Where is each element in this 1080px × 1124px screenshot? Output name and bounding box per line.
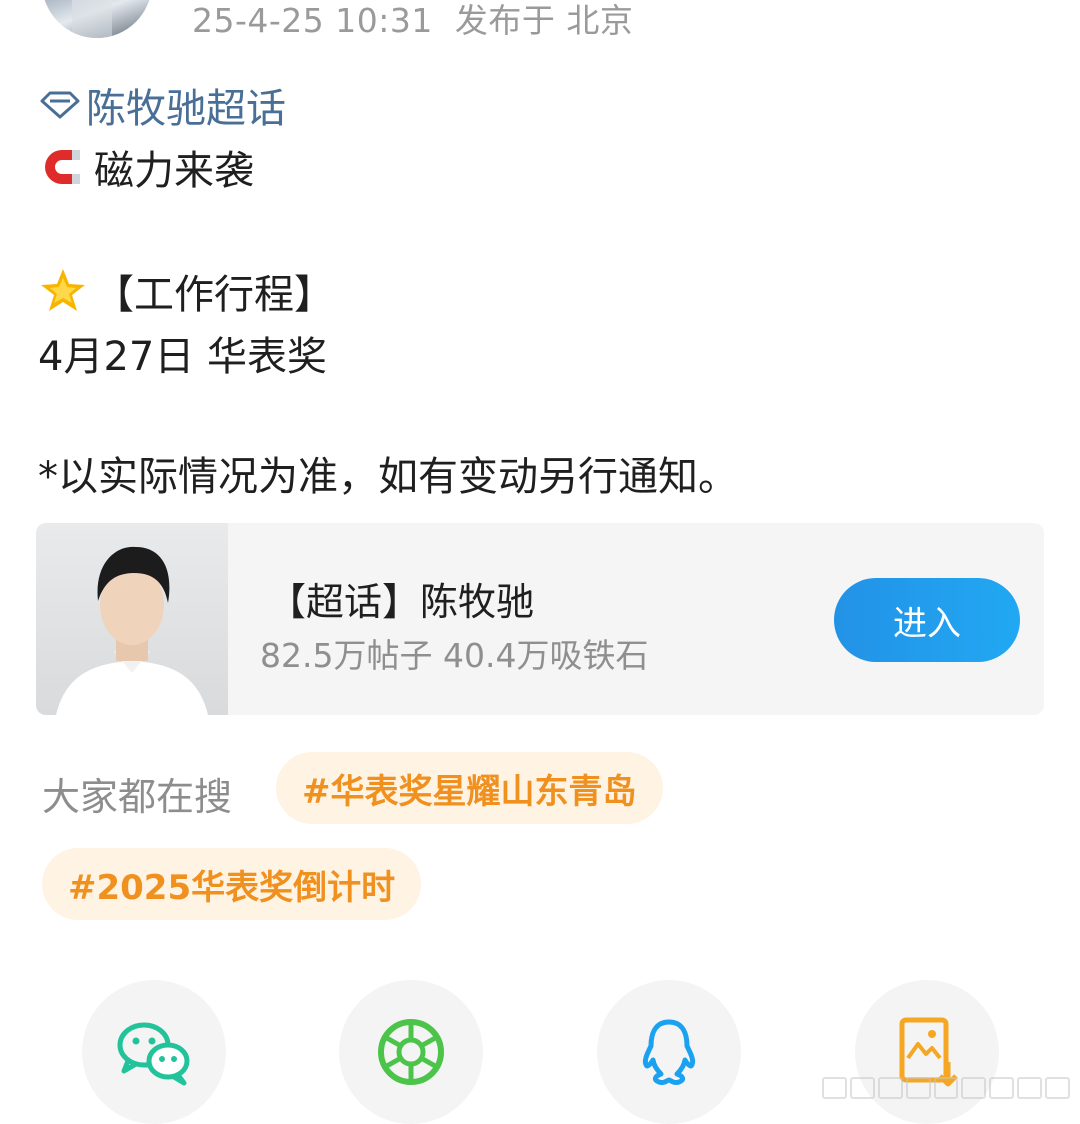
share-moments-button[interactable] bbox=[339, 980, 483, 1124]
post-line-2: 【工作行程】 bbox=[38, 262, 334, 320]
magnet-icon bbox=[45, 150, 80, 184]
post-line-3: 4月27日 华表奖 bbox=[38, 324, 327, 382]
wechat-icon bbox=[117, 1022, 190, 1086]
enter-button[interactable]: 进入 bbox=[834, 578, 1020, 662]
supertopic-link-label: 陈牧驰超话 bbox=[86, 86, 286, 132]
qq-icon bbox=[642, 1019, 696, 1086]
post-text-1: 磁力来袭 bbox=[94, 148, 254, 194]
post-location: 发布于 北京 bbox=[454, 1, 634, 40]
supertopic-photo bbox=[36, 523, 228, 715]
portrait-image bbox=[56, 546, 208, 715]
watermark bbox=[822, 1074, 1071, 1102]
share-qq-button[interactable] bbox=[597, 980, 741, 1124]
supertopic-title: 【超话】陈牧驰 bbox=[268, 580, 535, 624]
trending-tag[interactable]: #2025华表奖倒计时 bbox=[42, 848, 422, 920]
post-text-3: 4月27日 华表奖 bbox=[38, 334, 328, 380]
supertopic-link[interactable]: 陈牧驰超话 bbox=[38, 76, 286, 134]
post-meta: 25-4-25 10:31 发布于 北京 bbox=[192, 0, 633, 42]
post-text-2: 【工作行程】 bbox=[94, 272, 334, 318]
trending-label: 大家都在搜 bbox=[42, 775, 233, 819]
moments-icon bbox=[378, 1019, 444, 1085]
supertopic-card[interactable]: 【超话】陈牧驰 82.5万帖子 40.4万吸铁石 进入 bbox=[36, 523, 1044, 715]
share-save-image-button[interactable] bbox=[855, 980, 999, 1124]
post-line-1: 磁力来袭 bbox=[38, 138, 254, 196]
star-icon bbox=[41, 269, 85, 311]
diamond-icon bbox=[40, 91, 80, 119]
supertopic-stats: 82.5万帖子 40.4万吸铁石 bbox=[260, 636, 649, 675]
share-wechat-button[interactable] bbox=[82, 980, 226, 1124]
post-text-4: *以实际情况为准，如有变动另行通知。 bbox=[38, 454, 738, 500]
trending-tag[interactable]: #华表奖星耀山东青岛 bbox=[276, 752, 663, 824]
post-line-4: *以实际情况为准，如有变动另行通知。 bbox=[38, 444, 738, 502]
author-avatar[interactable] bbox=[42, 0, 152, 38]
post-time: 25-4-25 10:31 bbox=[192, 1, 433, 40]
